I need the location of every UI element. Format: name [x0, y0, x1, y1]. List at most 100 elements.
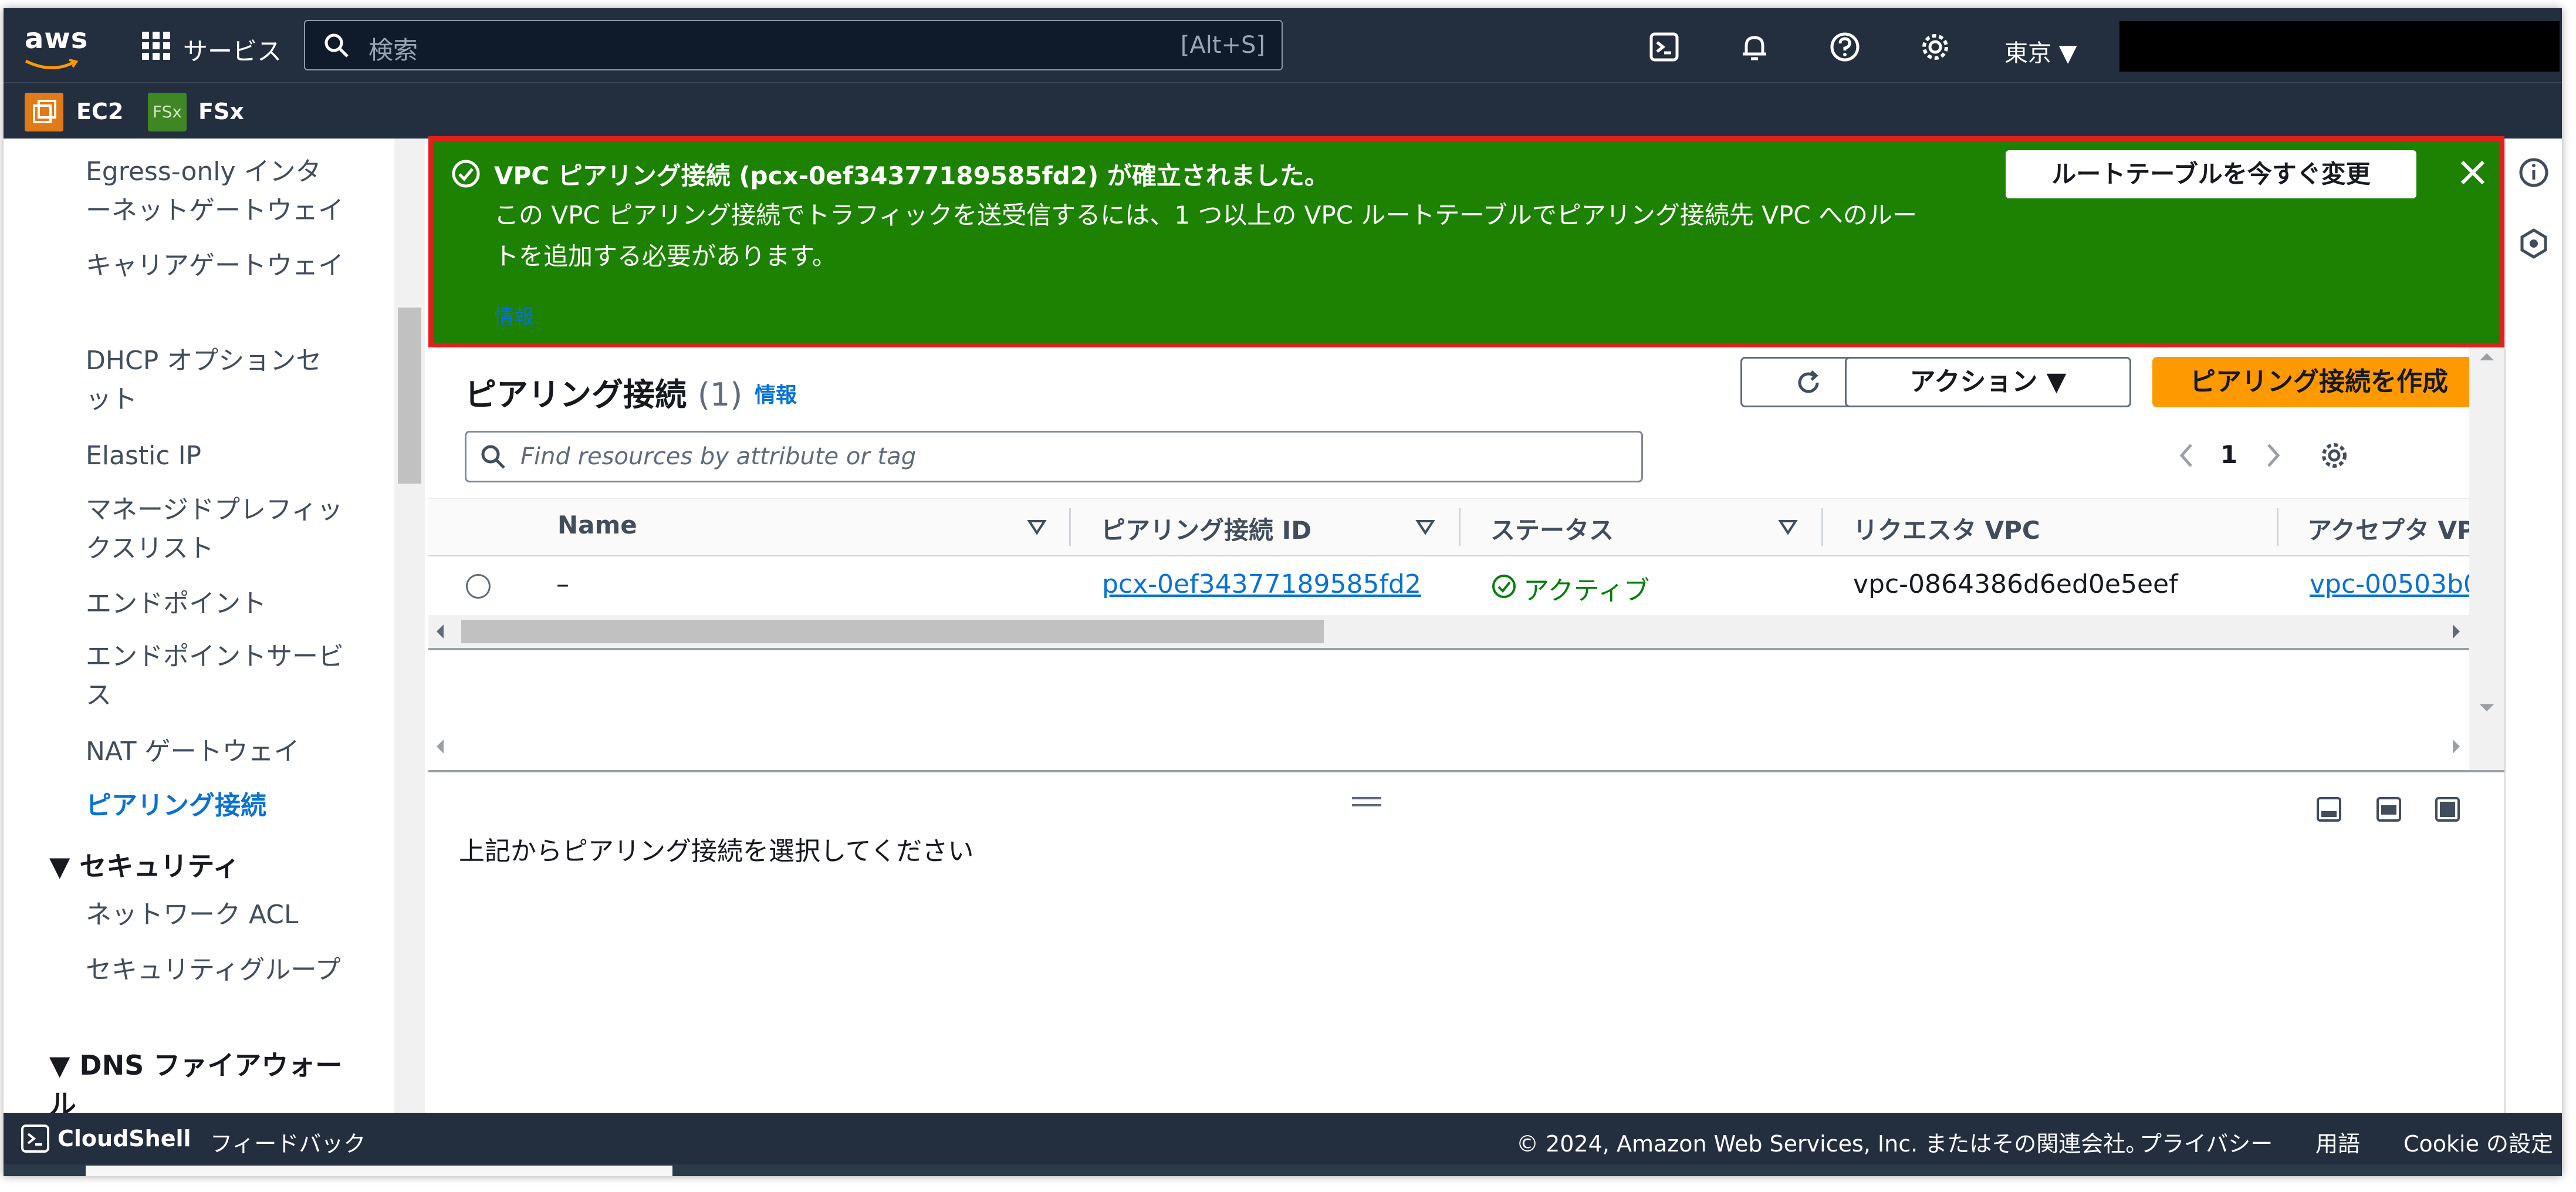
chevron-left-icon[interactable] — [2172, 439, 2200, 472]
favorites-bar: EC2 FSx FSx — [4, 82, 2562, 139]
flash-info-link[interactable]: 情報 — [494, 300, 534, 329]
split-details-panel: 上記からピアリング接続を選択してください — [428, 770, 2504, 1113]
table-divider — [428, 648, 2469, 650]
footer-copyright: © 2024, Amazon Web Services, Inc. またはその関… — [1516, 1131, 2148, 1157]
column-header-requester-vpc[interactable]: リクエスタ VPC — [1853, 511, 2040, 546]
taskbar-strip-segment — [86, 1166, 672, 1176]
split-position-side-icon[interactable] — [2375, 796, 2402, 823]
sidebar-scroll-thumb[interactable] — [398, 308, 421, 484]
footer-feedback-link[interactable]: フィードバック — [210, 1126, 366, 1158]
sidebar-item-network-acl[interactable]: ネットワーク ACL — [86, 896, 344, 934]
success-check-icon — [452, 160, 480, 188]
cell-peering-id-link[interactable]: pcx-0ef34377189585fd2 — [1102, 569, 1421, 599]
sidebar-item-security-groups[interactable]: セキュリティグループ — [86, 951, 344, 990]
global-search-input[interactable]: 検索 [Alt+S] — [304, 20, 1283, 70]
filter-placeholder: Find resources by attribute or tag — [520, 443, 917, 470]
search-icon — [324, 33, 349, 58]
split-position-full-icon[interactable] — [2434, 796, 2461, 823]
sidebar-section-dns-firewall[interactable]: ▼ DNS ファイアウォール — [49, 1046, 354, 1123]
ec2-service-icon[interactable] — [25, 93, 63, 131]
footer-cookie-settings-link[interactable]: Cookie の設定 — [2403, 1126, 2553, 1158]
help-icon[interactable] — [1828, 31, 1861, 63]
sidebar-item-carrier-gateway[interactable]: キャリアゲートウェイ — [86, 246, 344, 285]
modify-route-table-button[interactable]: ルートテーブルを今すぐ変更 — [2006, 150, 2416, 198]
panel-info-link[interactable]: 情報 — [755, 378, 797, 408]
create-peering-connection-button[interactable]: ピアリング接続を作成 — [2152, 357, 2486, 407]
row-select-radio[interactable] — [466, 574, 491, 599]
column-divider[interactable] — [1821, 508, 1823, 546]
fsx-service-icon[interactable]: FSx — [148, 93, 187, 131]
status-active-check-icon — [1492, 575, 1516, 598]
chevron-right-icon[interactable] — [2259, 439, 2287, 472]
sort-caret-icon[interactable] — [1415, 519, 1435, 535]
sidebar-item-egress-only-igw[interactable]: Egress-only インターネットゲートウェイ — [86, 153, 344, 230]
resource-explorer-icon[interactable] — [2517, 227, 2550, 259]
main-vertical-scrollbar[interactable] — [2469, 347, 2504, 770]
column-divider[interactable] — [1069, 508, 1071, 546]
services-grid-icon[interactable] — [142, 32, 170, 60]
sidebar-item-endpoint-services[interactable]: エンドポイントサービス — [86, 637, 344, 715]
column-header-name[interactable]: Name — [557, 511, 637, 539]
favorite-fsx[interactable]: FSx — [198, 99, 244, 124]
console-window: aws サービス 検索 [Alt+S] 東京 ▼ EC2 FSx FSx Egr… — [4, 8, 2562, 1176]
region-selector[interactable]: 東京 ▼ — [2004, 34, 2077, 68]
notifications-bell-icon[interactable] — [1738, 31, 1771, 63]
success-flash-banner: VPC ピアリング接続 (pcx-0ef34377189585fd2) が確立さ… — [428, 136, 2504, 347]
split-position-bottom-icon[interactable] — [2315, 796, 2342, 823]
column-divider[interactable] — [1459, 508, 1461, 546]
settings-gear-icon[interactable] — [1919, 31, 1952, 63]
aws-logo[interactable]: aws — [25, 22, 88, 55]
scroll-left-arrow-icon[interactable] — [434, 738, 446, 755]
right-tools-rail — [2504, 139, 2562, 1113]
column-header-peering-id[interactable]: ピアリング接続 ID — [1101, 511, 1311, 546]
table-row[interactable]: – pcx-0ef34377189585fd2 アクティブ vpc-086438… — [428, 556, 2469, 615]
cloudshell-icon[interactable] — [1648, 31, 1681, 63]
sidebar-item-endpoints[interactable]: エンドポイント — [86, 585, 344, 623]
scroll-up-arrow-icon[interactable] — [2479, 351, 2495, 363]
resource-filter-input[interactable]: Find resources by attribute or tag — [465, 431, 1643, 482]
cloudshell-icon[interactable] — [20, 1123, 50, 1154]
split-panel-empty-message: 上記からピアリング接続を選択してください — [459, 836, 974, 866]
favorite-ec2[interactable]: EC2 — [76, 99, 123, 124]
column-divider[interactable] — [2277, 508, 2278, 546]
scroll-left-arrow-icon[interactable] — [434, 623, 446, 640]
sidebar-section-security[interactable]: ▼ セキュリティ — [49, 845, 240, 884]
split-panel-resize-handle[interactable] — [1351, 796, 1382, 808]
sidebar-item-peering-connections[interactable]: ピアリング接続 — [86, 786, 344, 825]
table-scroll-thumb[interactable] — [461, 620, 1324, 643]
sidebar-scrollbar[interactable] — [394, 139, 425, 1113]
column-header-status[interactable]: ステータス — [1490, 511, 1614, 546]
footer-cloudshell-link[interactable]: CloudShell — [58, 1126, 191, 1152]
footer-privacy-link[interactable]: プライバシー — [2139, 1126, 2273, 1158]
close-icon[interactable] — [2455, 155, 2490, 190]
info-panel-icon[interactable] — [2517, 156, 2550, 189]
panel-horizontal-scrollbar[interactable] — [428, 735, 2469, 758]
column-header-accepter-vpc[interactable]: アクセプタ VP — [2307, 511, 2469, 546]
table-preferences-gear-icon[interactable] — [2318, 439, 2351, 472]
cell-accepter-vpc-link[interactable]: vpc-00503b0f — [2310, 569, 2469, 599]
actions-dropdown-button[interactable]: アクション ▼ — [1845, 357, 2131, 407]
footer-terms-link[interactable]: 用語 — [2315, 1126, 2360, 1158]
refresh-icon — [1798, 370, 1819, 393]
search-icon — [481, 445, 505, 469]
sidebar-item-managed-prefix-list[interactable]: マネージドプレフィックスリスト — [86, 491, 344, 568]
sidebar-item-elastic-ip[interactable]: Elastic IP — [86, 437, 344, 475]
aws-smile-icon — [25, 59, 79, 69]
resource-count: (1) — [697, 376, 743, 413]
console-footer: CloudShell フィードバック © 2024, Amazon Web Se… — [4, 1113, 2562, 1164]
services-menu[interactable]: サービス — [183, 32, 282, 67]
sort-caret-icon[interactable] — [1778, 519, 1798, 535]
scroll-right-arrow-icon[interactable] — [2450, 738, 2462, 755]
page-number[interactable]: 1 — [2220, 440, 2237, 469]
scroll-down-arrow-icon[interactable] — [2479, 702, 2495, 714]
flash-title: VPC ピアリング接続 (pcx-0ef34377189585fd2) が確立さ… — [494, 161, 1329, 190]
account-menu-redacted[interactable] — [2119, 21, 2560, 72]
table-horizontal-scrollbar[interactable] — [428, 615, 2469, 648]
sidebar-item-dhcp-options[interactable]: DHCP オプションセット — [86, 342, 344, 419]
table-header: Name ピアリング接続 ID ステータス リクエスタ VPC アクセプタ VP — [428, 498, 2469, 556]
search-shortcut-hint: [Alt+S] — [1180, 32, 1265, 59]
sort-caret-icon[interactable] — [1027, 519, 1047, 535]
scroll-right-arrow-icon[interactable] — [2450, 623, 2462, 640]
sidebar-item-nat-gateways[interactable]: NAT ゲートウェイ — [86, 732, 344, 771]
page-title-text: ピアリング接続 — [465, 376, 687, 413]
